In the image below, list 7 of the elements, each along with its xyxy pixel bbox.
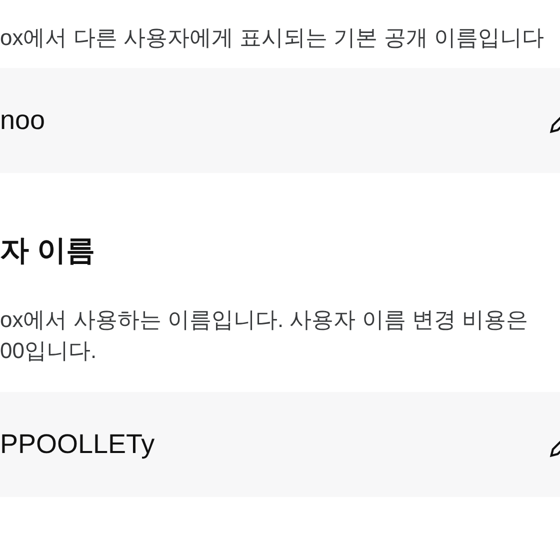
field-value: noo — [0, 107, 46, 134]
description-text: ox에서 사용하는 이름입니다. 사용자 이름 변경 비용은 00입니다. — [0, 306, 530, 365]
name-field[interactable]: PPOOLLETy — [0, 392, 560, 497]
section-heading: 자 이름 — [0, 237, 96, 266]
field-value: PPOOLLETy — [0, 431, 155, 458]
name-field[interactable]: noo — [0, 68, 560, 173]
description-text: ox에서 다른 사용자에게 표시되는 기본 공개 이름입니다 — [0, 24, 545, 49]
